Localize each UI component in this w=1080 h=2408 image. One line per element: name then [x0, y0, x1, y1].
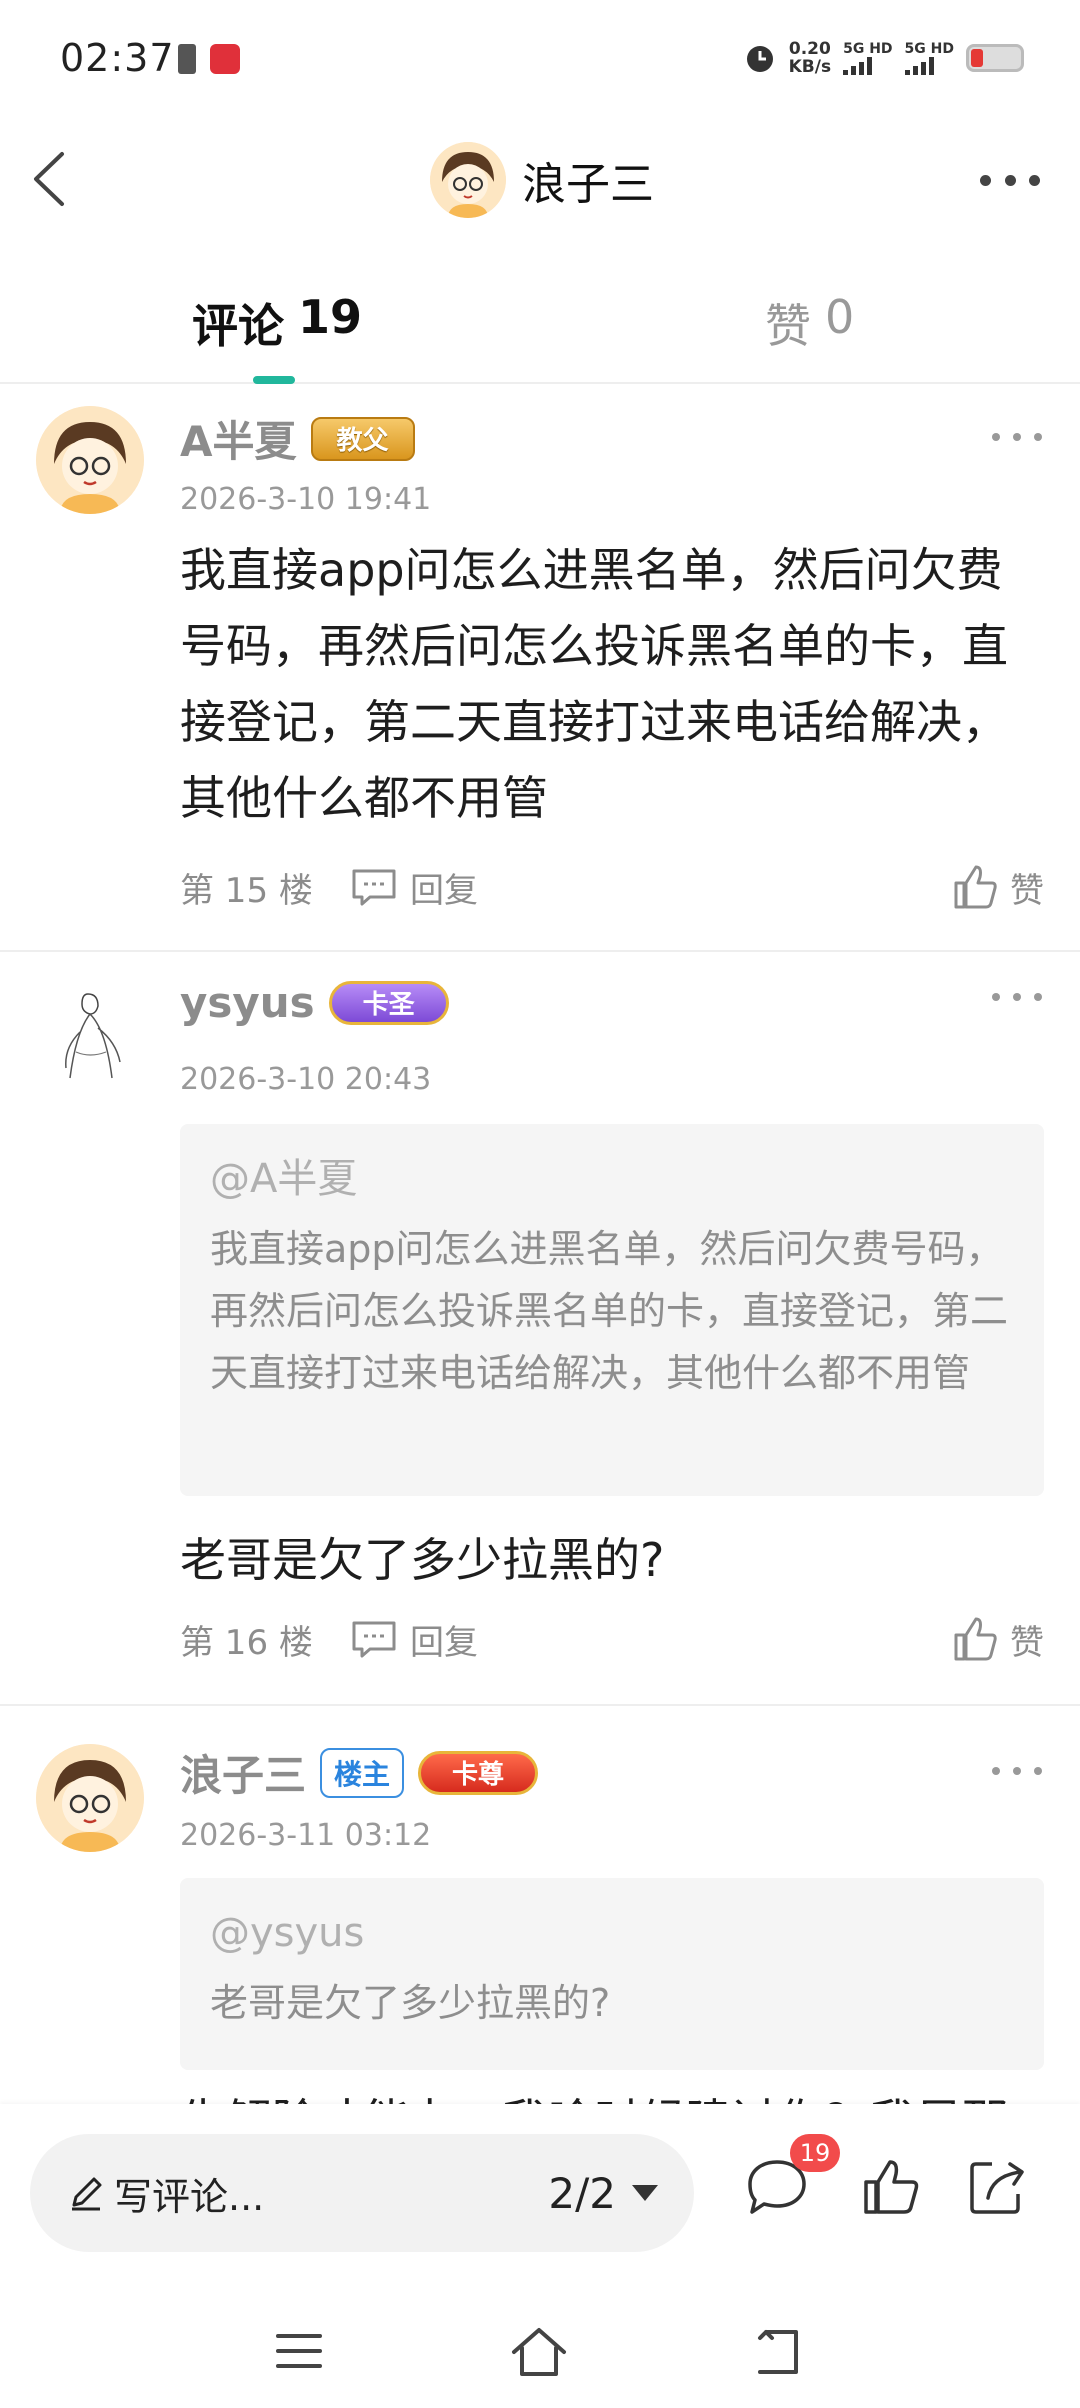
tab-bar: 评论 19 赞 0 — [0, 280, 1080, 384]
sim-card-icon — [178, 44, 196, 74]
reply-label: 回复 — [410, 870, 478, 911]
page-selector[interactable]: 2/2 — [548, 2169, 658, 2218]
tab-likes-count: 0 — [825, 290, 855, 344]
comment-author-name[interactable]: ysyus — [180, 978, 315, 1027]
sketch-figure-icon — [37, 983, 143, 1089]
comment-time: 2026-3-10 19:41 — [180, 482, 432, 517]
signal-sim2-label: 5G HD — [904, 40, 954, 57]
comment-count-badge: 19 — [790, 2134, 840, 2172]
reply-icon — [352, 1621, 396, 1658]
quoted-comment[interactable]: @A半夏 我直接app问怎么进黑名单，然后问欠费号码，再然后问怎么投诉黑名单的卡… — [180, 1124, 1044, 1496]
page-indicator: 2/2 — [548, 2168, 616, 2218]
level-badge[interactable]: 卡尊 — [418, 1750, 539, 1795]
author-header[interactable]: 浪子三 — [430, 142, 654, 218]
signal-sim1: 5G HD — [843, 40, 893, 75]
signal-sim1-label: 5G HD — [843, 40, 893, 57]
floor-number: 第 15 楼 — [180, 870, 313, 911]
comment-time: 2026-3-11 03:12 — [180, 1818, 432, 1853]
network-speed-value: 0.20 — [788, 39, 831, 59]
page-header: 浪子三 — [0, 120, 1080, 240]
owner-badge: 楼主 — [320, 1747, 405, 1798]
menu-icon[interactable] — [266, 2318, 332, 2384]
signal-bars-icon — [843, 56, 873, 75]
quoted-author[interactable]: @A半夏 — [210, 1150, 1014, 1208]
thumbs-up-icon — [954, 1617, 997, 1661]
network-speed: 0.20 KB/s — [789, 40, 831, 76]
level-badge[interactable]: 卡圣 — [328, 980, 449, 1025]
thumbs-up-icon — [954, 865, 997, 909]
network-speed-unit: KB/s — [788, 57, 832, 77]
comment-item: 浪子三 楼主 卡尊 2026-3-11 03:12 @ysyus 老哥是欠了多少… — [0, 1706, 1080, 2126]
comment-author-row: 浪子三 楼主 卡尊 — [180, 1742, 539, 1803]
like-button[interactable]: 赞 — [952, 1615, 1044, 1664]
alarm-icon — [746, 46, 773, 72]
floor-number: 第 16 楼 — [180, 1622, 313, 1663]
like-label: 赞 — [1010, 1622, 1044, 1663]
app-notification-icon — [210, 44, 240, 74]
tab-comments-count: 19 — [298, 290, 363, 344]
caret-down-icon — [632, 2185, 658, 2201]
avatar[interactable] — [36, 1744, 144, 1852]
reply-button[interactable]: 回复 — [350, 1615, 478, 1664]
more-horizontal-icon[interactable] — [980, 160, 1040, 200]
back-icon[interactable] — [746, 2318, 812, 2384]
cartoon-boy-icon — [36, 1744, 144, 1852]
comment-footer: 第 15 楼 回复 赞 — [180, 862, 1044, 912]
chevron-left-icon[interactable] — [18, 144, 88, 214]
home-icon[interactable] — [506, 2318, 572, 2384]
like-label: 赞 — [1010, 870, 1044, 911]
avatar[interactable] — [36, 406, 144, 514]
battery-icon — [966, 44, 1024, 72]
quoted-text: 老哥是欠了多少拉黑的? — [210, 1981, 611, 2025]
comment-item: ysyus 卡圣 2026-3-10 20:43 @A半夏 我直接app问怎么进… — [0, 952, 1080, 1706]
comment-time: 2026-3-10 20:43 — [180, 1062, 432, 1097]
status-time: 02:37 — [60, 36, 175, 80]
reply-label: 回复 — [410, 1622, 478, 1663]
tab-comments-label: 评论 — [192, 299, 284, 353]
quoted-comment[interactable]: @ysyus 老哥是欠了多少拉黑的? — [180, 1878, 1044, 2070]
level-badge[interactable]: 教父 — [310, 416, 415, 461]
like-button[interactable]: 赞 — [952, 863, 1044, 912]
quoted-text: 我直接app问怎么进黑名单，然后问欠费号码，再然后问怎么投诉黑名单的卡，直接登记… — [210, 1227, 1009, 1395]
more-horizontal-icon[interactable] — [992, 422, 1042, 452]
comment-author-row: A半夏 教父 — [180, 408, 415, 469]
tab-likes-label: 赞 — [765, 299, 811, 353]
comment-text: 我直接app问怎么进黑名单，然后问欠费号码，再然后问怎么投诉黑名单的卡，直接登记… — [180, 543, 1008, 825]
comment-author-name[interactable]: 浪子三 — [180, 1742, 306, 1803]
status-bar: 02:37 0.20 KB/s 5G HD 5G HD — [0, 0, 1080, 120]
share-icon[interactable] — [962, 2152, 1032, 2222]
system-nav-bar — [0, 2290, 1080, 2408]
comment-footer: 第 16 楼 回复 赞 — [180, 1614, 1044, 1664]
avatar[interactable] — [36, 982, 144, 1090]
more-horizontal-icon[interactable] — [992, 1756, 1042, 1786]
author-name[interactable]: 浪子三 — [522, 148, 654, 212]
tab-comments[interactable]: 评论 19 — [192, 290, 362, 356]
pencil-icon — [72, 2177, 102, 2211]
comment-author-name[interactable]: A半夏 — [180, 408, 297, 469]
active-tab-indicator — [253, 376, 295, 384]
comment-input-placeholder: 写评论... — [114, 2174, 265, 2219]
cartoon-boy-icon — [430, 142, 506, 218]
signal-bars-icon — [904, 56, 934, 75]
status-left-icons — [178, 44, 240, 74]
signal-sim2: 5G HD — [904, 40, 954, 75]
more-horizontal-icon[interactable] — [992, 982, 1042, 1012]
comment-input[interactable]: 写评论... 2/2 — [30, 2134, 694, 2252]
cartoon-boy-icon — [36, 406, 144, 514]
comment-item: A半夏 教父 2026-3-10 19:41 我直接app问怎么进黑名单，然后问… — [0, 386, 1080, 952]
comment-author-row: ysyus 卡圣 — [180, 978, 449, 1027]
reply-button[interactable]: 回复 — [350, 863, 478, 912]
tab-likes[interactable]: 赞 0 — [765, 290, 854, 356]
avatar[interactable] — [430, 142, 506, 218]
thumbs-up-icon[interactable] — [856, 2152, 926, 2222]
reply-icon — [352, 869, 396, 906]
quoted-author[interactable]: @ysyus — [210, 1904, 1014, 1962]
comment-text: 老哥是欠了多少拉黑的? — [180, 1533, 665, 1587]
status-right-icons: 0.20 KB/s 5G HD 5G HD — [743, 40, 1024, 76]
